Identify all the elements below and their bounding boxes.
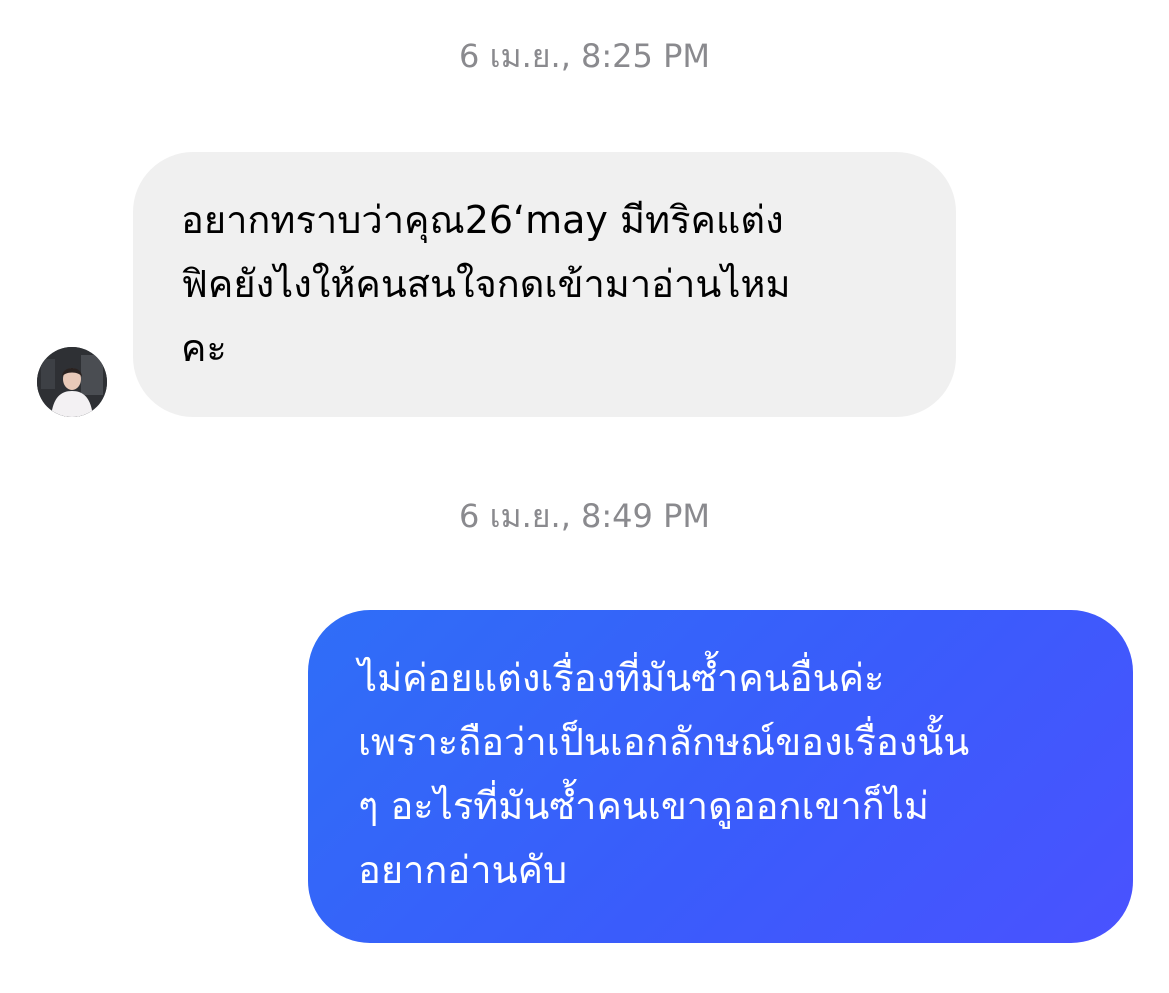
- message-text-line: เพราะถือว่าเป็นเอกลักษณ์ของเรื่องนั้น: [358, 720, 970, 764]
- outgoing-message-bubble[interactable]: ไม่ค่อยแต่งเรื่องที่มันซ้ำคนอื่นค่ะ เพรา…: [308, 610, 1133, 943]
- avatar-photo: [37, 347, 107, 417]
- message-text-line: คะ: [181, 326, 227, 370]
- message-text-line: ๆ อะไรที่มันซ้ำคนเขาดูออกเขาก็ไม่: [358, 784, 929, 828]
- message-text-line: อยากทราบว่าคุณ26‘may มีทริคแต่ง: [181, 198, 784, 242]
- message-text-line: ฟิคยังไงให้คนสนใจกดเข้ามาอ่านไหม: [181, 262, 791, 306]
- message-timestamp: 6 เม.ย., 8:49 PM: [459, 497, 710, 535]
- incoming-message-bubble[interactable]: อยากทราบว่าคุณ26‘may มีทริคแต่ง ฟิคยังไง…: [133, 152, 956, 417]
- message-text-line: อยากอ่านคับ: [358, 848, 568, 892]
- message-text-line: ไม่ค่อยแต่งเรื่องที่มันซ้ำคนอื่นค่ะ: [358, 656, 885, 700]
- message-timestamp: 6 เม.ย., 8:25 PM: [459, 37, 710, 75]
- sender-avatar[interactable]: [37, 347, 107, 417]
